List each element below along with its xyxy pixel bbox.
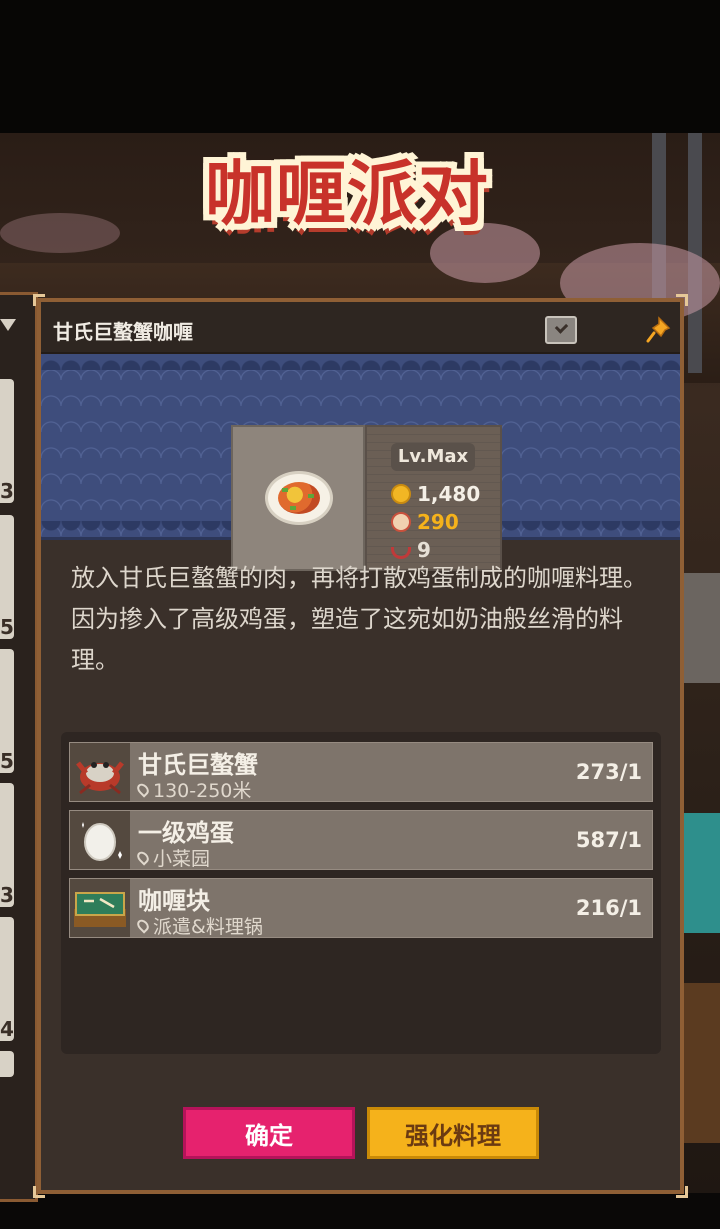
recipe-description: 放入甘氏巨螯蟹的肉，再将打散鸡蛋制成的咖喱料理。 因为掺入了高级鸡蛋，塑造了这宛…: [71, 558, 661, 681]
dish-image-tile: [231, 425, 365, 571]
cookie-stat: 290: [391, 510, 459, 534]
ingredient-name: 咖喱块: [138, 887, 210, 915]
frame-corner: [33, 1186, 45, 1198]
description-line: 因为掺入了高级鸡蛋，塑造了这宛如奶油般丝滑的料理。: [71, 605, 623, 674]
coin-stat: 1,480: [391, 482, 481, 506]
ingredient-location: 派遣&料理锅: [134, 912, 263, 939]
description-line: 放入甘氏巨螯蟹的肉，再将打散鸡蛋制成的咖喱料理。: [71, 564, 647, 592]
event-title: 咖喱派对: [205, 152, 489, 235]
frame-corner: [676, 1186, 688, 1198]
curry-dish-icon: [265, 471, 333, 525]
pin-icon[interactable]: [645, 316, 671, 344]
recipe-title: 甘氏巨螯蟹咖喱: [53, 320, 193, 344]
cookie-icon: [391, 512, 411, 532]
chevron-down-icon[interactable]: [0, 319, 16, 331]
ingredient-location: 130-250米: [134, 776, 252, 803]
ingredient-count: 587/1: [575, 828, 642, 852]
curry-food: [278, 482, 320, 514]
ingredient-name: 一级鸡蛋: [138, 819, 234, 847]
ingredient-row[interactable]: 咖喱块 派遣&料理锅 216/1: [69, 878, 653, 938]
cookie-value: 290: [417, 510, 459, 534]
dish-stats-tile: Lv.Max 1,480 290 9: [365, 425, 502, 571]
garnish: [308, 494, 314, 498]
wood-shelf: [680, 983, 720, 1143]
teal-counter: [680, 813, 720, 933]
coin-icon: [391, 484, 411, 504]
side-tab-number: 5: [0, 615, 14, 639]
garnish: [282, 488, 288, 492]
ingredient-location-text: 派遣&料理锅: [153, 916, 263, 938]
cherry-blossom: [0, 213, 120, 253]
ingredient-list: 甘氏巨螯蟹 130-250米 273/1 一级鸡蛋 小菜园 587/1 咖喱块 …: [61, 732, 661, 1054]
ingredient-location: 小菜园: [134, 844, 211, 871]
coin-value: 1,480: [417, 482, 481, 506]
recipe-detail-panel: 甘氏巨螯蟹咖喱 Lv.Max 1,480 290 9 放入甘氏巨螯蟹的肉，再将打…: [33, 294, 688, 1198]
confirm-button[interactable]: 确定: [183, 1107, 355, 1159]
location-pin-icon: [134, 849, 152, 866]
ingredient-location-text: 130-250米: [153, 780, 252, 802]
side-tab-number: 5: [0, 749, 14, 773]
event-title-banner: 咖喱派对: [112, 132, 582, 244]
side-tab-number: 3: [0, 883, 14, 907]
wall-block: [680, 573, 720, 683]
ingredient-count: 273/1: [575, 760, 642, 784]
side-tab-strip: 3 5 5 3 4: [0, 292, 38, 1202]
garnish: [290, 506, 296, 510]
crab-icon: [70, 743, 130, 801]
bottom-bar: [0, 1193, 720, 1229]
side-tab-number: 4: [0, 1017, 14, 1041]
dish-hero: Lv.Max 1,480 290 9: [41, 354, 680, 571]
side-tab-number: 3: [0, 479, 14, 503]
location-pin-icon: [134, 781, 152, 798]
ingredient-name: 甘氏巨螯蟹: [138, 751, 258, 779]
location-pin-icon: [134, 917, 152, 934]
curry-block-icon: [70, 879, 130, 937]
egg-icon: [70, 811, 130, 869]
checkbox-icon[interactable]: [545, 316, 577, 344]
ingredient-count: 216/1: [575, 896, 642, 920]
ingredient-location-text: 小菜园: [153, 848, 211, 870]
panel-header: 甘氏巨螯蟹咖喱: [41, 302, 680, 354]
level-badge: Lv.Max: [391, 443, 475, 471]
side-tab[interactable]: [0, 1051, 14, 1077]
ingredient-row[interactable]: 甘氏巨螯蟹 130-250米 273/1: [69, 742, 653, 802]
ingredient-row[interactable]: 一级鸡蛋 小菜园 587/1: [69, 810, 653, 870]
wave-pattern: [41, 354, 680, 370]
upgrade-dish-button[interactable]: 强化料理: [367, 1107, 539, 1159]
